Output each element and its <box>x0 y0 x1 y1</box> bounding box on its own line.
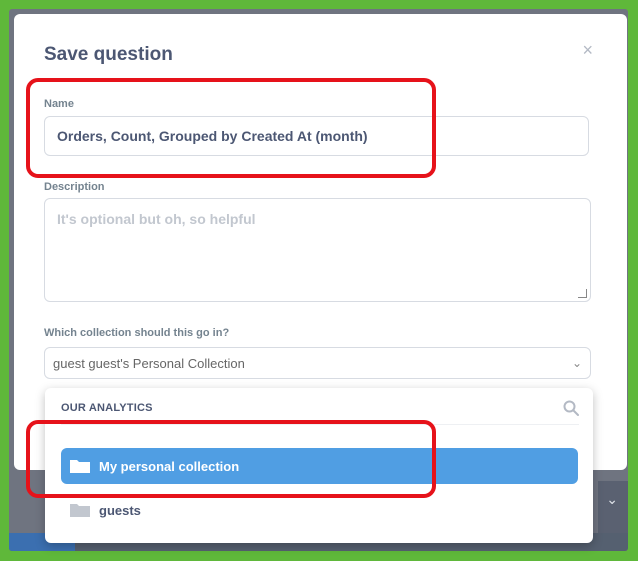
resize-handle[interactable] <box>578 289 587 298</box>
folder-icon <box>70 504 90 517</box>
collection-item-label: guests <box>99 502 141 518</box>
collection-select[interactable]: guest guest's Personal Collection ⌄ <box>44 347 591 379</box>
description-placeholder: It's optional but oh, so helpful <box>57 211 256 227</box>
search-icon[interactable] <box>563 400 579 416</box>
close-icon[interactable]: × <box>582 40 593 61</box>
modal-title: Save question <box>44 44 173 65</box>
annotation-highlight-collection <box>26 420 436 498</box>
dropdown-header: OUR ANALYTICS <box>61 402 153 414</box>
description-label: Description <box>44 181 105 193</box>
chevron-down-icon: ⌄ <box>606 491 618 507</box>
collection-label: Which collection should this go in? <box>44 327 230 339</box>
annotation-highlight-name <box>26 78 436 178</box>
collection-selected-value: guest guest's Personal Collection <box>53 355 245 371</box>
chevron-down-icon: ⌄ <box>571 356 582 370</box>
description-textarea[interactable]: It's optional but oh, so helpful <box>44 198 591 302</box>
